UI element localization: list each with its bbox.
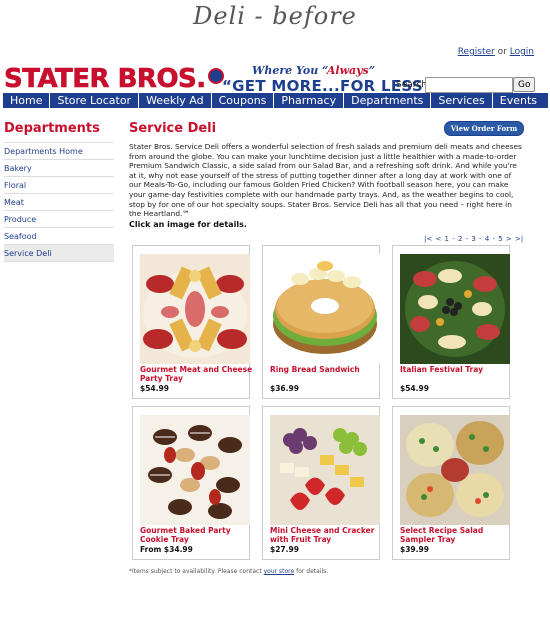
register-link[interactable]: Register [458,47,495,57]
tagline-top: Where You “Always” [252,64,376,77]
product-card[interactable]: Gourmet Baked Party Cookie Tray From $34… [132,406,250,560]
sidebar-item-seafood[interactable]: Seafood [4,227,114,244]
logo-text: STATER BROS. [4,64,207,94]
product-name[interactable]: Gourmet Meat and Cheese Party Tray [140,365,254,383]
product-price: $36.99 [270,384,299,393]
nav-pharmacy[interactable]: Pharmacy [274,93,345,108]
or-text: or [497,47,507,57]
product-name[interactable]: Mini Cheese and Cracker with Fruit Tray [270,526,384,544]
login-link[interactable]: Login [510,47,534,57]
main-nav: Home Store Locator Weekly Ad Coupons Pha… [3,93,548,108]
product-price: $54.99 [400,384,429,393]
your-store-link[interactable]: your store [264,568,295,575]
nav-coupons[interactable]: Coupons [212,93,275,108]
product-price: $27.99 [270,545,299,554]
product-price: $54.99 [140,384,169,393]
product-card[interactable]: Mini Cheese and Cracker with Fruit Tray … [262,406,380,560]
nav-store-locator[interactable]: Store Locator [50,93,140,108]
view-order-form-button[interactable]: View Order Form [444,121,524,136]
sidebar-item-floral[interactable]: Floral [4,176,114,193]
go-button[interactable]: Go [513,77,536,92]
nav-home[interactable]: Home [3,93,51,108]
sidebar-item-meat[interactable]: Meat [4,193,114,210]
search-input[interactable] [425,77,513,93]
product-name[interactable]: Gourmet Baked Party Cookie Tray [140,526,254,544]
intro-paragraph: Stater Bros. Service Deli offers a wonde… [129,142,522,219]
product-name[interactable]: Italian Festival Tray [400,365,514,374]
nav-services[interactable]: Services [431,93,493,108]
meat-cheese-tray-image[interactable] [140,254,250,364]
product-card[interactable]: Ring Bread Sandwich $36.99 [262,245,380,399]
italian-festival-tray-image[interactable] [400,254,510,364]
footnote: *Items subject to availability. Please c… [129,568,329,575]
nav-events[interactable]: Events [493,93,544,108]
sidebar-item-service-deli[interactable]: Service Deli [4,244,114,262]
pagination[interactable]: |< < 1 - 2 - 3 - 4 - 5 > >| [424,235,523,243]
product-card[interactable]: Gourmet Meat and Cheese Party Tray $54.9… [132,245,252,399]
click-instruction: Click an image for details. [129,220,247,229]
salad-sampler-tray-image[interactable] [400,415,510,525]
stater-bros-logo[interactable]: STATER BROS. [4,66,224,92]
product-price: $39.99 [400,545,429,554]
nav-departments[interactable]: Departments [344,93,432,108]
product-name[interactable]: Select Recipe Salad Sampler Tray [400,526,514,544]
sidebar-item-departments-home[interactable]: Departments Home [4,142,114,159]
page-heading: Deli - before [193,2,357,30]
product-card[interactable]: Italian Festival Tray $54.99 [392,245,510,399]
sidebar-item-produce[interactable]: Produce [4,210,114,227]
sidebar: Departments Departments Home Bakery Flor… [4,121,114,262]
account-links: Register or Login [458,47,534,57]
cookie-tray-image[interactable] [140,415,250,525]
product-price: From $34.99 [140,545,193,554]
nav-weekly-ad[interactable]: Weekly Ad [139,93,212,108]
sidebar-title: Departments [4,121,100,136]
ring-bread-sandwich-image[interactable] [270,254,380,364]
cheese-fruit-tray-image[interactable] [270,415,380,525]
product-name[interactable]: Ring Bread Sandwich [270,365,384,374]
product-card[interactable]: Select Recipe Salad Sampler Tray $39.99 [392,406,510,560]
sidebar-item-bakery[interactable]: Bakery [4,159,114,176]
